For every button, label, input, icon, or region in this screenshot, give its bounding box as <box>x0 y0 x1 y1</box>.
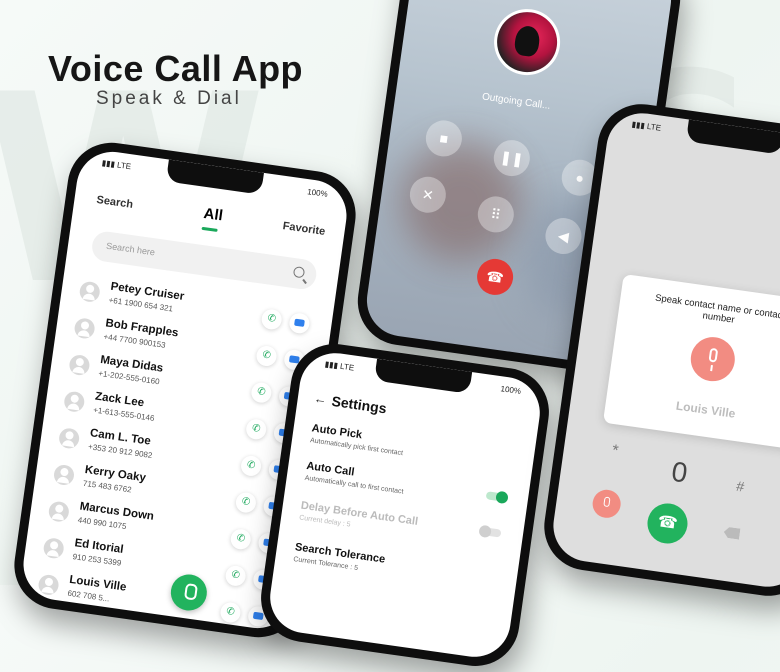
voice-prompt: Speak contact name or contact number <box>654 292 780 326</box>
avatar-icon <box>78 280 102 304</box>
end-call-button[interactable]: ☎ <box>474 256 516 298</box>
avatar-icon <box>47 500 71 523</box>
settings-screen: ▮▮▮ LTE 100% ← Settings Auto Pick Automa… <box>265 348 545 662</box>
avatar-icon <box>68 353 91 377</box>
avatar-icon <box>73 317 96 340</box>
status-battery: 100% <box>500 384 522 396</box>
microphone-icon[interactable] <box>687 334 738 385</box>
search-icon <box>292 266 306 279</box>
contact-number: 602 708 5... <box>66 588 111 604</box>
call-icon[interactable]: ✆ <box>234 491 258 514</box>
page-subtitle: Speak & Dial <box>96 88 242 109</box>
recognized-contact-name: Louis Ville <box>675 398 737 421</box>
phone-notch <box>685 119 780 155</box>
call-icon[interactable]: ✆ <box>229 527 253 551</box>
call-icon[interactable]: ✆ <box>239 454 263 478</box>
dial-display: 0 <box>669 455 690 489</box>
tab-favorite[interactable]: Favorite <box>282 220 326 238</box>
phone-notch <box>374 358 473 394</box>
avatar-icon <box>62 390 86 414</box>
call-icon[interactable]: ✆ <box>250 381 273 404</box>
dial-hash-key[interactable]: # <box>735 478 745 495</box>
call-icon[interactable]: ✆ <box>260 308 283 331</box>
avatar-icon <box>42 536 65 560</box>
status-signal: ▮▮▮ LTE <box>101 158 132 172</box>
call-icon[interactable]: ✆ <box>244 418 268 441</box>
call-icon[interactable]: ✆ <box>219 601 242 624</box>
microphone-button[interactable] <box>590 487 623 520</box>
call-button[interactable]: ☎ <box>644 500 691 547</box>
search-placeholder: Search here <box>105 240 156 258</box>
page-title: Voice Call App <box>48 48 304 89</box>
phone-notch <box>165 159 264 195</box>
message-icon[interactable] <box>288 311 311 335</box>
call-icon[interactable]: ✆ <box>255 344 278 368</box>
voice-input-dialog: Speak contact name or contact number Lou… <box>602 273 780 451</box>
status-battery: 100% <box>306 187 329 199</box>
call-icon[interactable]: ✆ <box>224 564 247 588</box>
status-signal: ▮▮▮ LTE <box>631 119 662 133</box>
contact-number: +1-613-555-0146 <box>92 405 155 423</box>
settings-phone: ▮▮▮ LTE 100% ← Settings Auto Pick Automa… <box>255 338 555 672</box>
tab-search[interactable]: Search <box>96 194 134 211</box>
call-status-text: Outgoing Call... <box>481 91 552 112</box>
active-tab-indicator <box>201 226 218 232</box>
delay-toggle[interactable] <box>480 526 502 538</box>
setting-delay-before-auto-call[interactable]: Delay Before Auto Call Current delay : 5 <box>299 500 500 550</box>
avatar-icon <box>52 463 76 487</box>
settings-title: Settings <box>330 392 388 417</box>
backspace-icon[interactable] <box>723 526 740 539</box>
status-signal: ▮▮▮ LTE <box>324 359 355 373</box>
dial-star-key[interactable]: * <box>611 442 620 461</box>
back-arrow-icon[interactable]: ← <box>313 390 328 407</box>
setting-search-tolerance[interactable]: Search Tolerance Current Tolerance : 5 <box>293 541 494 591</box>
tab-all[interactable]: All <box>203 205 224 225</box>
caller-avatar <box>489 4 565 80</box>
avatar-icon <box>57 427 81 450</box>
